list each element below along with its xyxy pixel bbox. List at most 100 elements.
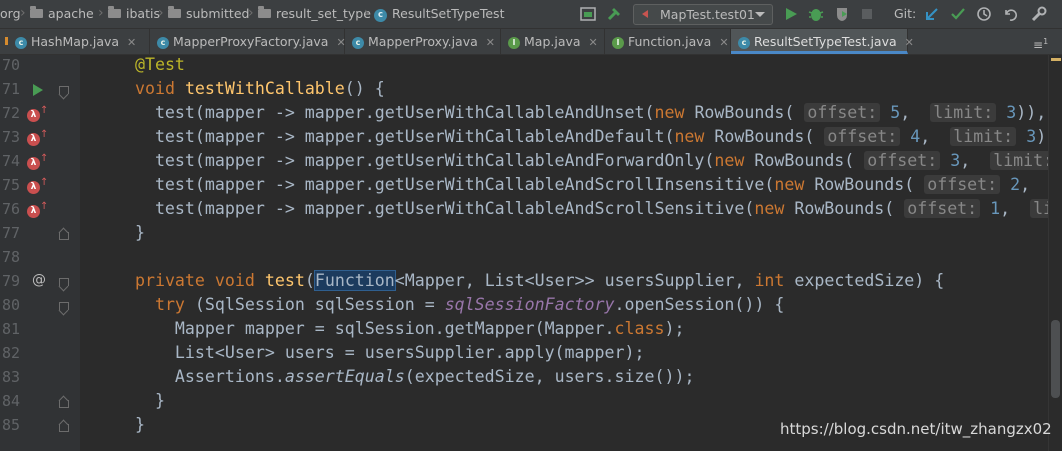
navigation-bar: org › apache › ibatis › submitted › resu… (0, 0, 1062, 29)
implementation-arrow-icon: ↑ (40, 129, 49, 140)
code-line-85: } (95, 413, 145, 437)
lambda-icon[interactable]: λ (27, 181, 40, 194)
debug-icon[interactable] (808, 6, 824, 22)
code-line-84: } (95, 389, 165, 413)
code-text: } (95, 223, 145, 242)
line-number: 81 (1, 320, 20, 338)
class-icon: c (15, 37, 27, 49)
commit-checkmark-icon[interactable] (950, 6, 966, 22)
line-number: 79 (1, 272, 20, 290)
implementation-arrow-icon: ↑ (40, 153, 49, 164)
line-number: 78 (1, 248, 20, 266)
watermark: https://blog.csdn.net/itw_zhangzx02 (780, 420, 1052, 438)
code-text: try (SqlSession sqlSession = sqlSessionF… (154, 295, 785, 314)
code-line-83: Assertions.assertEquals(expectedSize, us… (95, 365, 695, 389)
lambda-icon[interactable]: λ (27, 205, 40, 218)
hammer-icon[interactable] (606, 6, 624, 22)
code-text: } (95, 391, 165, 410)
stop-icon[interactable] (860, 6, 874, 22)
tab-function-java[interactable]: I Function.java ✕ (605, 29, 731, 54)
vertical-scrollbar[interactable] (1048, 55, 1062, 451)
breadcrumb-separator: › (98, 5, 104, 21)
coverage-icon[interactable] (834, 6, 850, 22)
breadcrumb-resultsettypetest[interactable]: c ResultSetTypeTest (374, 0, 504, 28)
folder-icon (30, 6, 43, 18)
tab-mapperproxy-java[interactable]: c MapperProxy.java ✕ (345, 29, 501, 54)
warning-marker[interactable] (1051, 58, 1061, 61)
code-line-82: List<User> users = usersSupplier.apply(m… (95, 341, 645, 365)
revert-icon[interactable] (1002, 6, 1018, 22)
code-line-81: Mapper mapper = sqlSession.getMapper(Map… (95, 317, 685, 341)
code-text: private void test(Function<Mapper, List<… (134, 270, 945, 291)
implementation-arrow-icon: ↑ (40, 105, 49, 116)
scrollbar-thumb[interactable] (1051, 320, 1060, 398)
line-number: 70 (1, 56, 20, 74)
breadcrumb-org[interactable]: org (0, 0, 21, 28)
class-icon: c (352, 37, 364, 49)
code-line-73: test(mapper -> mapper.getUserWithCallabl… (95, 125, 1062, 149)
breadcrumb-submitted[interactable]: submitted (168, 0, 249, 28)
implementation-arrow-icon: ↑ (40, 177, 49, 188)
code-text: @Test (134, 55, 185, 74)
code-line-77: } (95, 221, 145, 245)
close-icon[interactable]: ✕ (719, 36, 728, 49)
folder-icon (168, 6, 181, 18)
lambda-icon[interactable]: λ (27, 109, 40, 122)
lambda-icon[interactable]: λ (27, 157, 40, 170)
breadcrumb-separator: › (158, 5, 164, 21)
run-test-icon[interactable] (33, 84, 43, 96)
folder-icon (258, 6, 271, 18)
code-text: Mapper mapper = sqlSession.getMapper(Map… (95, 319, 685, 338)
run-icon[interactable] (784, 6, 798, 22)
run-configuration-select[interactable]: MapTest.test01 (633, 4, 773, 25)
code-text: test(mapper -> mapper.getUserWithCallabl… (95, 175, 1031, 194)
line-number: 75 (1, 176, 20, 194)
code-text: test(mapper -> mapper.getUserWithCallabl… (95, 199, 1062, 218)
lambda-icon[interactable]: λ (27, 133, 40, 146)
class-icon: c (157, 37, 169, 49)
class-icon: c (374, 9, 387, 22)
git-label: Git: (894, 6, 917, 21)
tab-map-java[interactable]: I Map.java ✕ (501, 29, 605, 54)
breadcrumb-result-set-type[interactable]: result_set_type (258, 0, 371, 28)
code-text: test(mapper -> mapper.getUserWithCallabl… (95, 151, 1062, 170)
fold-end-icon[interactable] (59, 421, 69, 432)
fold-icon[interactable] (59, 86, 69, 97)
run-config-icon (642, 10, 648, 18)
wrench-settings-icon[interactable] (1030, 6, 1048, 22)
fold-icon[interactable] (59, 278, 69, 289)
tab-overflow-button[interactable]: ≡1 (1033, 29, 1048, 54)
update-project-icon[interactable] (924, 6, 940, 22)
implementation-arrow-icon: ↑ (40, 201, 49, 212)
tab-mapperproxyfactory-java[interactable]: c MapperProxyFactory.java ✕ (150, 29, 346, 54)
line-number: 73 (1, 128, 20, 146)
line-number: 84 (1, 392, 20, 410)
close-icon[interactable]: ✕ (486, 36, 495, 49)
editor-tab-bar: c HashMap.java ✕ c MapperProxyFactory.java ✕… (0, 29, 1062, 55)
fold-icon[interactable] (59, 302, 69, 313)
class-icon: c (738, 37, 750, 49)
code-line-79: private void test(Function<Mapper, List<… (95, 269, 944, 293)
breadcrumb-apache[interactable]: apache (30, 0, 94, 28)
tab-hashmap-java[interactable]: c HashMap.java ✕ (5, 29, 150, 54)
breadcrumb-ibatis[interactable]: ibatis (108, 0, 160, 28)
code-line-72: test(mapper -> mapper.getUserWithCallabl… (95, 101, 1062, 125)
line-number: 72 (1, 104, 20, 122)
close-icon[interactable]: ✕ (589, 36, 598, 49)
fold-end-icon[interactable] (59, 397, 69, 408)
code-line-80: try (SqlSession sqlSession = sqlSessionF… (95, 293, 784, 317)
code-editor[interactable]: @Test void testWithCallable() { test(map… (80, 55, 1062, 451)
editor-gutter: 70 71 72 73 74 75 76 77 78 79 80 81 82 83 84 85 λ ↑ λ ↑ λ… (0, 55, 80, 451)
code-text: } (95, 415, 145, 434)
build-project-icon[interactable] (580, 6, 596, 22)
code-text: List<User> users = usersSupplier.apply(m… (95, 343, 645, 362)
modified-badge (5, 37, 8, 45)
history-clock-icon[interactable] (976, 6, 992, 22)
tab-resultsettypetest-java[interactable]: c ResultSetTypeTest.java ✕ (731, 29, 914, 54)
fold-end-icon[interactable] (59, 229, 69, 240)
code-line-74: test(mapper -> mapper.getUserWithCallabl… (95, 149, 1062, 173)
line-number: 76 (1, 200, 20, 218)
close-icon[interactable]: ✕ (127, 36, 136, 49)
close-icon[interactable]: ✕ (905, 36, 914, 49)
line-number: 77 (1, 224, 20, 242)
